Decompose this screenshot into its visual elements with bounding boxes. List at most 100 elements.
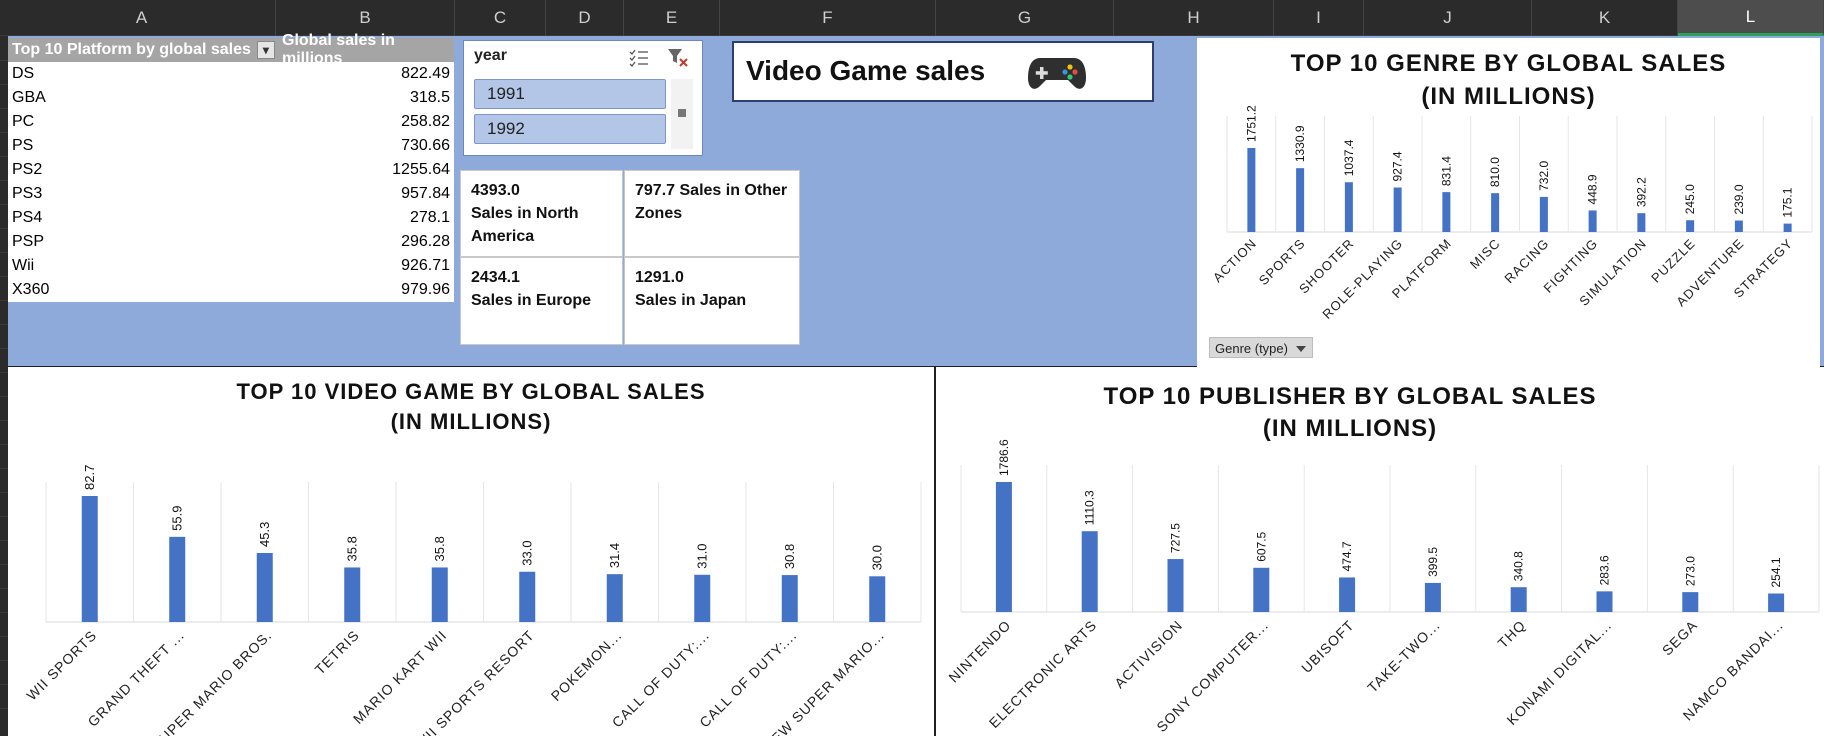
bar[interactable] <box>1442 192 1451 232</box>
bar[interactable] <box>431 567 448 622</box>
bar-value-label: 392.2 <box>1634 177 1648 207</box>
pivot-header-platform: Top 10 Platform by global sales <box>12 41 251 58</box>
dashboard-title-box[interactable]: Video Game sales <box>732 41 1154 102</box>
bar[interactable] <box>1491 193 1500 232</box>
pivot-row[interactable]: PS4 278.1 <box>8 206 454 230</box>
jp-label: Sales in Japan <box>635 292 747 309</box>
category-label: ACTION <box>1210 236 1260 286</box>
bar[interactable] <box>1424 582 1441 612</box>
bar[interactable] <box>1596 591 1613 612</box>
bar[interactable] <box>1686 220 1695 232</box>
bar[interactable] <box>1510 587 1527 612</box>
pivot-platform-cell[interactable]: PS4 <box>8 209 278 227</box>
column-header-d[interactable]: D <box>546 0 624 36</box>
bar[interactable] <box>1768 593 1785 612</box>
bar[interactable] <box>1339 577 1356 612</box>
slicer-item-1992[interactable]: 1992 <box>474 114 666 144</box>
genre-field-button[interactable]: Genre (type) <box>1209 337 1313 358</box>
bar[interactable] <box>1637 213 1646 232</box>
card-europe: 2434.1 Sales in Europe <box>460 257 623 345</box>
platform-pivot-table[interactable]: Top 10 Platform by global sales ▾ Global… <box>8 32 454 302</box>
bar[interactable] <box>995 482 1012 612</box>
bar-value-label: 399.5 <box>1426 547 1440 577</box>
pivot-sales-cell[interactable]: 957.84 <box>278 185 454 203</box>
column-header-e[interactable]: E <box>624 0 720 36</box>
pivot-platform-cell[interactable]: PS <box>8 137 278 155</box>
column-header-k[interactable]: K <box>1532 0 1678 36</box>
bar[interactable] <box>1588 210 1597 232</box>
bar[interactable] <box>1783 223 1792 232</box>
bar[interactable] <box>1734 220 1743 232</box>
bar[interactable] <box>1247 148 1256 232</box>
pivot-row[interactable]: DS 822.49 <box>8 62 454 86</box>
pivot-sales-cell[interactable]: 258.82 <box>278 113 454 131</box>
bar[interactable] <box>169 536 186 622</box>
pivot-row[interactable]: GBA 318.5 <box>8 86 454 110</box>
pivot-platform-cell[interactable]: PC <box>8 113 278 131</box>
pivot-row[interactable]: PC 258.82 <box>8 110 454 134</box>
pivot-platform-cell[interactable]: X360 <box>8 281 278 299</box>
pivot-sales-cell[interactable]: 296.28 <box>278 233 454 251</box>
pivot-sales-cell[interactable]: 979.96 <box>278 281 454 299</box>
bar[interactable] <box>694 574 711 622</box>
category-label: TETRIS <box>312 627 363 678</box>
bar[interactable] <box>1167 559 1184 612</box>
bar[interactable] <box>1393 187 1402 232</box>
pivot-row[interactable]: PS3 957.84 <box>8 182 454 206</box>
bar[interactable] <box>781 575 798 622</box>
multi-select-icon[interactable] <box>629 49 649 67</box>
bar[interactable] <box>1344 182 1353 232</box>
pivot-platform-cell[interactable]: DS <box>8 65 278 83</box>
column-header-c[interactable]: C <box>455 0 546 36</box>
jp-value: 1291.0 <box>635 269 684 286</box>
column-header-f[interactable]: F <box>720 0 936 36</box>
bar[interactable] <box>1081 531 1098 612</box>
publisher-chart[interactable]: TOP 10 PUBLISHER BY GLOBAL SALES (IN MIL… <box>936 367 1824 736</box>
bar[interactable] <box>519 571 536 622</box>
bar[interactable] <box>1253 567 1270 612</box>
pivot-row[interactable]: X360 979.96 <box>8 278 454 302</box>
genre-chart[interactable]: TOP 10 GENRE BY GLOBAL SALES (IN MILLION… <box>1197 38 1820 368</box>
video-game-chart[interactable]: TOP 10 VIDEO GAME BY GLOBAL SALES (IN MI… <box>8 367 934 736</box>
pivot-sales-cell[interactable]: 730.66 <box>278 137 454 155</box>
pivot-sales-cell[interactable]: 822.49 <box>278 65 454 83</box>
pivot-sales-cell[interactable]: 926.71 <box>278 257 454 275</box>
pivot-row[interactable]: PS2 1255.64 <box>8 158 454 182</box>
bar[interactable] <box>344 567 361 622</box>
year-slicer[interactable]: year 1991 1992 <box>463 40 703 156</box>
bar[interactable] <box>256 552 273 622</box>
slicer-item-1991[interactable]: 1991 <box>474 79 666 109</box>
pivot-sales-cell[interactable]: 278.1 <box>278 209 454 227</box>
column-header-j[interactable]: J <box>1364 0 1532 36</box>
category-label: MARIO KART WII <box>350 627 450 727</box>
column-header-i[interactable]: I <box>1274 0 1364 36</box>
column-header-l[interactable]: L <box>1678 0 1824 36</box>
column-header-a[interactable]: A <box>8 0 276 36</box>
pivot-platform-cell[interactable]: PS3 <box>8 185 278 203</box>
bar[interactable] <box>869 576 886 622</box>
pivot-platform-cell[interactable]: PSP <box>8 233 278 251</box>
column-header-b[interactable]: B <box>276 0 455 36</box>
pivot-sales-cell[interactable]: 318.5 <box>278 89 454 107</box>
clear-filter-icon[interactable] <box>667 48 689 68</box>
bar[interactable] <box>606 574 623 622</box>
pivot-platform-cell[interactable]: GBA <box>8 89 278 107</box>
pivot-sales-cell[interactable]: 1255.64 <box>278 161 454 179</box>
bar-value-label: 35.8 <box>344 536 359 561</box>
bar[interactable] <box>1296 168 1305 232</box>
slicer-scrollbar[interactable] <box>671 79 693 149</box>
filter-icon[interactable]: ▾ <box>256 41 275 59</box>
pivot-platform-cell[interactable]: Wii <box>8 257 278 275</box>
pivot-row[interactable]: PS 730.66 <box>8 134 454 158</box>
pivot-row[interactable]: Wii 926.71 <box>8 254 454 278</box>
pivot-row[interactable]: PSP 296.28 <box>8 230 454 254</box>
bar[interactable] <box>1682 592 1699 612</box>
pivot-platform-cell[interactable]: PS2 <box>8 161 278 179</box>
bar-value-label: 1751.2 <box>1244 105 1258 142</box>
bar[interactable] <box>1539 196 1548 232</box>
bar-value-label: 607.5 <box>1254 531 1268 561</box>
column-header-g[interactable]: G <box>936 0 1114 36</box>
bar[interactable] <box>81 496 98 622</box>
column-header-h[interactable]: H <box>1114 0 1274 36</box>
eu-value: 2434.1 <box>471 269 520 286</box>
